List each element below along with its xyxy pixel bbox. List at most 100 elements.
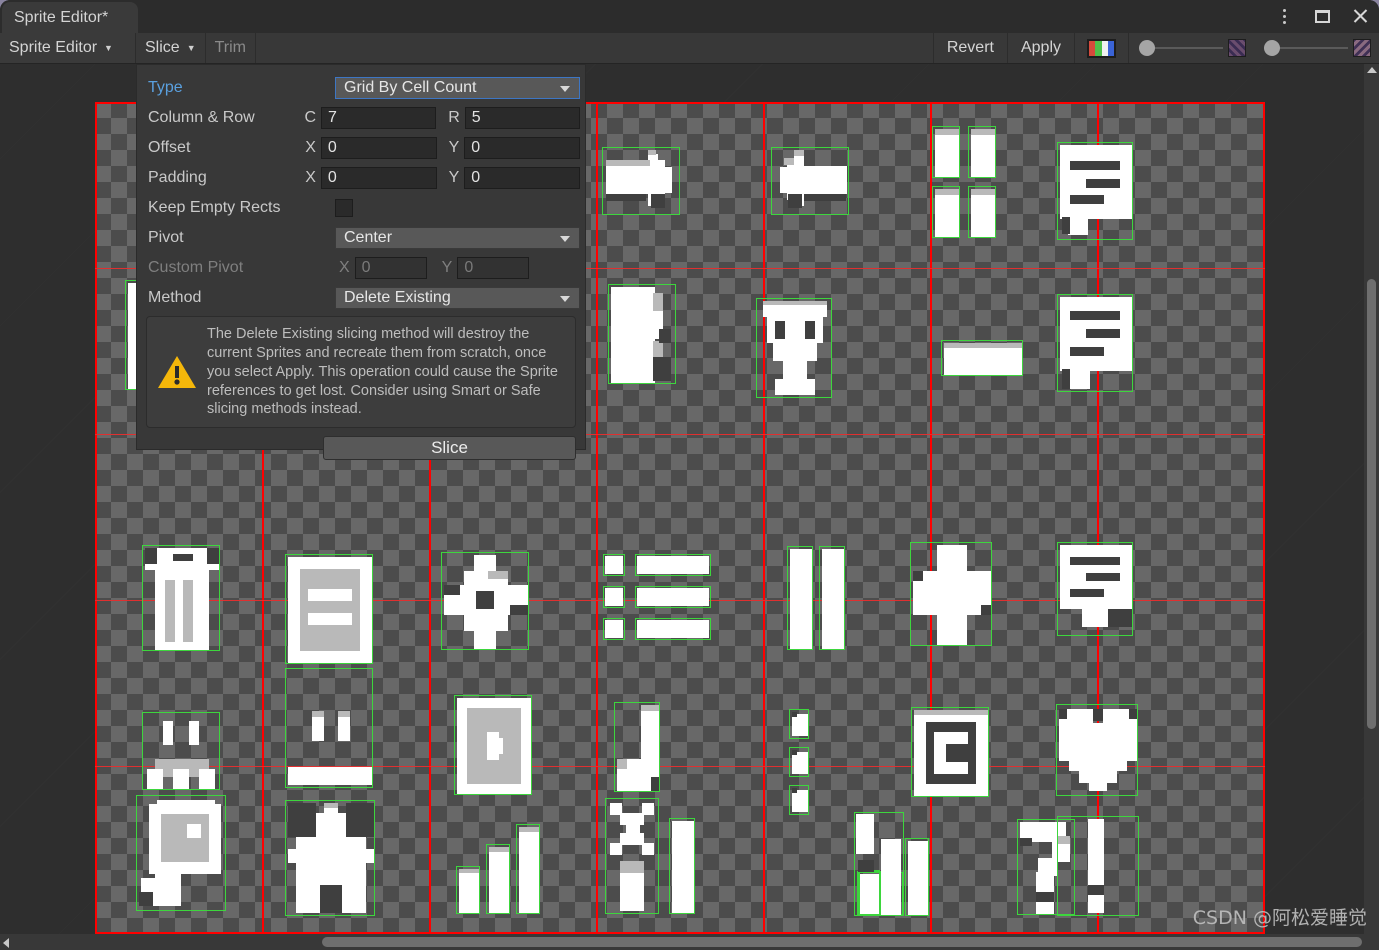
grid-line-v3 <box>596 102 598 934</box>
sprite-rect-grid-tr[interactable] <box>968 126 996 178</box>
pivot-dropdown[interactable]: Center <box>335 227 580 249</box>
revert-label: Revert <box>946 39 994 56</box>
sprite-rect-arrow-left[interactable] <box>771 147 849 215</box>
sprite-rect-grid-tl[interactable] <box>932 126 960 178</box>
close-icon[interactable] <box>1349 6 1371 28</box>
padding-y-prefix: Y <box>448 169 460 186</box>
keep-empty-rects-label: Keep Empty Rects <box>148 199 281 216</box>
offset-x-value: 0 <box>327 139 337 156</box>
window-frame: Sprite Editor* Sprite Editor ▼ Slice ▼ T… <box>0 0 1379 950</box>
sprite-rect-speech-bubble-3[interactable] <box>1057 542 1133 636</box>
sprite-rect-speech-bubble-2[interactable] <box>1057 294 1133 392</box>
type-value: Grid By Cell Count <box>344 79 477 96</box>
toolbar-slice-dropdown[interactable]: Slice ▼ <box>136 33 206 63</box>
revert-button[interactable]: Revert <box>932 33 1007 63</box>
row-input[interactable]: 5 <box>464 107 580 129</box>
zoom-preview-icon <box>1353 39 1371 57</box>
padding-y-input[interactable]: 0 <box>464 167 580 189</box>
slice-button-row: Slice <box>137 428 585 461</box>
sprite-rect-list-line2[interactable] <box>635 586 711 608</box>
sprite-rect-arrow-shape[interactable] <box>608 284 676 384</box>
toolbar-trim-button[interactable]: Trim <box>206 33 256 63</box>
title-bar: Sprite Editor* <box>0 0 1379 33</box>
zoom-slider[interactable] <box>1264 40 1348 56</box>
vertical-scrollbar-thumb[interactable] <box>1367 279 1376 729</box>
row-method: Method Delete Existing <box>137 283 585 313</box>
custom-pivot-y-input[interactable]: 0 <box>457 257 530 279</box>
sprite-rect-chart-x[interactable] <box>605 798 659 914</box>
zoom-slider-group <box>1254 33 1379 63</box>
sprite-editor-window: Sprite Editor* Sprite Editor ▼ Slice ▼ T… <box>0 0 1379 950</box>
sprite-rect-neutral-face[interactable] <box>285 668 373 788</box>
vertical-scrollbar[interactable] <box>1364 64 1379 950</box>
alpha-slider[interactable] <box>1139 40 1223 56</box>
sprite-rect-list-line3[interactable] <box>635 618 711 640</box>
offset-x-input[interactable]: 0 <box>320 137 437 159</box>
padding-y-value: 0 <box>471 169 481 186</box>
warning-text: The Delete Existing slicing method will … <box>207 326 558 418</box>
sprite-rect-home[interactable] <box>285 800 375 916</box>
sprite-rect-bar-right[interactable] <box>905 838 929 916</box>
scroll-left-arrow-icon[interactable] <box>3 938 9 948</box>
sprite-rect-heart[interactable] <box>1056 704 1138 796</box>
offset-y-value: 0 <box>471 139 481 156</box>
type-dropdown[interactable]: Grid By Cell Count <box>335 77 580 99</box>
row-custom-pivot: Custom Pivot X 0 Y 0 <box>137 253 585 283</box>
sprite-rect-plus[interactable] <box>910 542 992 646</box>
padding-x-input[interactable]: 0 <box>320 167 437 189</box>
r-prefix: R <box>448 109 460 126</box>
offset-x-prefix: X <box>305 139 316 156</box>
sprite-rect-list-dot2[interactable] <box>603 586 625 608</box>
sprite-rect-document[interactable] <box>285 554 373 664</box>
sprite-rect-list-line1[interactable] <box>635 554 711 576</box>
slice-button[interactable]: Slice <box>323 436 576 461</box>
sprite-rect-play-frame[interactable] <box>454 695 532 795</box>
sprite-rect-trash-can[interactable] <box>142 545 220 651</box>
sprite-rect-pause-left[interactable] <box>787 546 813 650</box>
column-input[interactable]: 7 <box>321 107 437 129</box>
sprite-rect-grid-bl[interactable] <box>932 186 960 238</box>
sprite-rect-chart-x-bar[interactable] <box>669 818 695 914</box>
sprite-rect-sad-face[interactable] <box>142 712 220 790</box>
sprite-rect-list-dot1[interactable] <box>603 554 625 576</box>
sprite-rect-grid-br[interactable] <box>968 186 996 238</box>
sprite-rect-dot-mid[interactable] <box>789 747 809 777</box>
keep-empty-rects-checkbox[interactable] <box>335 199 353 217</box>
sprite-rect-chart-bar3[interactable] <box>516 824 540 914</box>
row-padding: Padding X 0 Y 0 <box>137 163 585 193</box>
custom-pivot-x-input[interactable]: 0 <box>354 257 427 279</box>
slice-options-panel[interactable]: Type Grid By Cell Count Column & Row C 7… <box>136 64 586 461</box>
apply-button[interactable]: Apply <box>1006 33 1074 63</box>
sprite-rect-compass[interactable] <box>441 552 529 650</box>
sprite-rect-bracket[interactable] <box>911 707 989 797</box>
kebab-menu-icon[interactable] <box>1273 6 1295 28</box>
window-tab-sprite-editor[interactable]: Sprite Editor* <box>2 2 138 33</box>
warning-box: The Delete Existing slicing method will … <box>146 316 576 429</box>
row-column-row: Column & Row C 7 R 5 <box>137 103 585 133</box>
horizontal-scrollbar-thumb[interactable] <box>322 937 1362 947</box>
sprite-rect-magnifier[interactable] <box>136 795 226 911</box>
sprite-rect-dot-bottom[interactable] <box>789 785 809 815</box>
sprite-rect-pause-right[interactable] <box>819 546 845 650</box>
scroll-up-arrow-icon[interactable] <box>1367 67 1377 73</box>
sprite-rect-chart-bar1[interactable] <box>456 866 480 914</box>
maximize-icon[interactable] <box>1311 6 1333 28</box>
sprite-rect-note[interactable] <box>614 702 660 792</box>
sprite-rect-chart-bar2[interactable] <box>486 844 510 914</box>
sprite-rect-speech-bubble[interactable] <box>1057 142 1133 240</box>
padding-label: Padding <box>148 169 207 186</box>
horizontal-scrollbar[interactable] <box>0 934 1379 950</box>
sprite-rect-dot-top[interactable] <box>789 709 809 739</box>
row-keep-empty-rects: Keep Empty Rects <box>137 193 585 223</box>
sprite-rect-arrow-right[interactable] <box>602 147 680 215</box>
method-dropdown[interactable]: Delete Existing <box>335 287 580 309</box>
grid-line-v4 <box>763 102 765 934</box>
sprite-rect-list-dot3[interactable] <box>603 618 625 640</box>
toolbar-sprite-editor-dropdown[interactable]: Sprite Editor ▼ <box>0 33 136 63</box>
offset-label: Offset <box>148 139 191 156</box>
offset-y-input[interactable]: 0 <box>464 137 580 159</box>
sprite-rect-exclamation-mark[interactable] <box>1057 816 1139 916</box>
sprite-rect-trophy[interactable] <box>756 298 832 398</box>
rgb-channel-button[interactable] <box>1074 33 1129 63</box>
sprite-rect-rectangle[interactable] <box>941 340 1023 376</box>
